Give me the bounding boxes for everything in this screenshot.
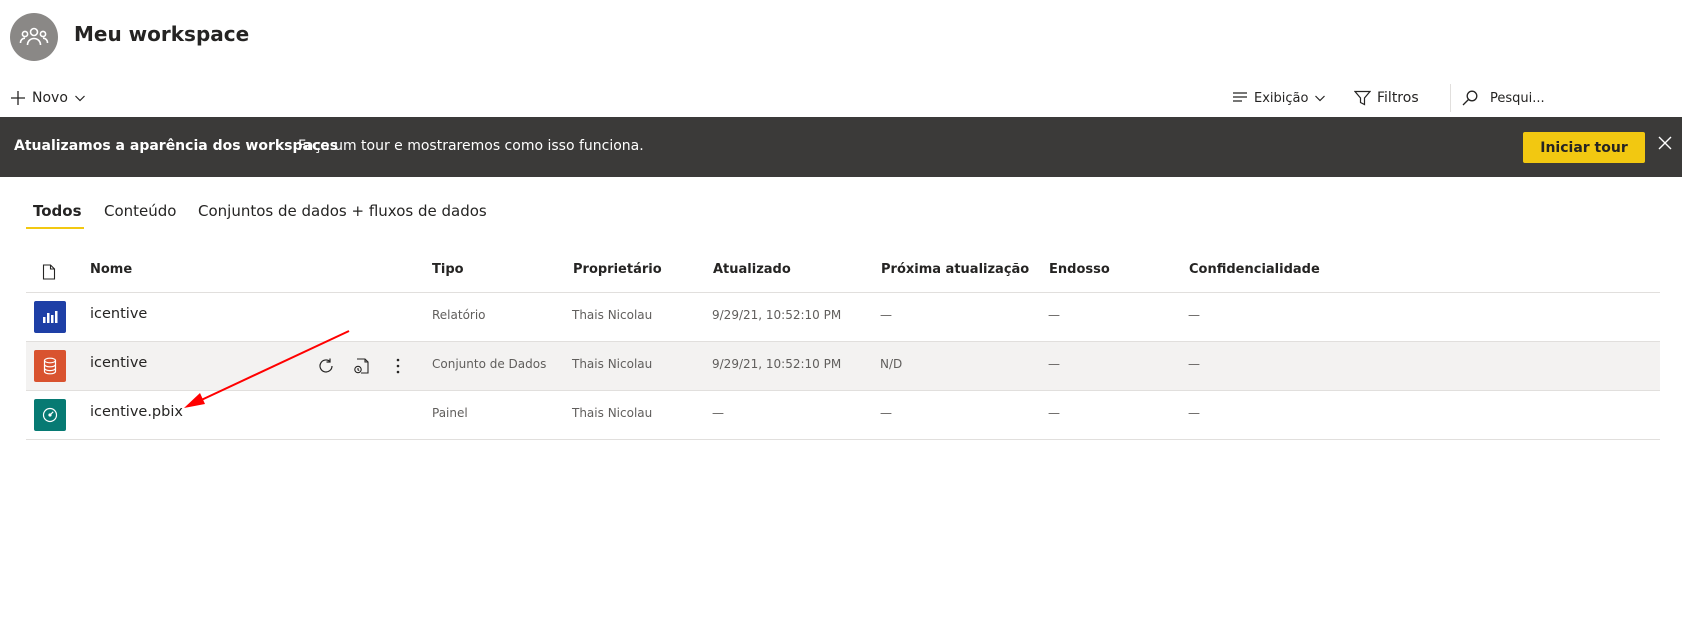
plus-icon bbox=[11, 91, 25, 105]
item-updated: — bbox=[712, 406, 724, 420]
new-button[interactable]: Novo bbox=[10, 80, 86, 116]
new-button-label: Novo bbox=[32, 90, 68, 106]
table-row[interactable]: icentive.pbix Painel Thais Nicolau — — —… bbox=[26, 391, 1660, 440]
search-icon bbox=[1462, 90, 1478, 106]
banner-title: Atualizamos a aparência dos workspaces bbox=[14, 138, 339, 154]
search-input[interactable] bbox=[1490, 90, 1650, 106]
item-name[interactable]: icentive bbox=[90, 355, 147, 371]
item-next-refresh: N/D bbox=[880, 357, 903, 371]
chevron-down-icon bbox=[74, 95, 85, 102]
item-type: Painel bbox=[432, 406, 468, 420]
item-endorsement: — bbox=[1048, 357, 1060, 371]
table-row[interactable]: icentive Relatório Thais Nicolau 9/29/21… bbox=[26, 293, 1660, 342]
item-sensitivity: — bbox=[1188, 308, 1200, 322]
item-sensitivity: — bbox=[1188, 357, 1200, 371]
people-group-icon bbox=[19, 27, 49, 46]
list-lines-icon bbox=[1233, 92, 1247, 102]
schedule-refresh-icon bbox=[354, 358, 369, 374]
view-menu-label: Exibição bbox=[1254, 90, 1309, 106]
item-name[interactable]: icentive bbox=[90, 306, 147, 322]
close-icon[interactable] bbox=[1658, 136, 1672, 150]
item-type: Conjunto de Dados bbox=[432, 357, 547, 371]
tab-all[interactable]: Todos bbox=[33, 202, 82, 220]
filter-funnel-icon bbox=[1354, 90, 1371, 106]
dataset-icon-tile bbox=[34, 350, 66, 382]
dashboard-gauge-icon bbox=[42, 407, 58, 423]
schedule-refresh-button[interactable] bbox=[350, 354, 374, 378]
item-type: Relatório bbox=[432, 308, 486, 322]
column-header-endorsement[interactable]: Endosso bbox=[1049, 262, 1110, 277]
item-updated: 9/29/21, 10:52:10 PM bbox=[712, 357, 842, 371]
tour-banner: Atualizamos a aparência dos workspaces F… bbox=[0, 117, 1682, 177]
page-title: Meu workspace bbox=[74, 22, 250, 46]
chevron-down-icon bbox=[1315, 95, 1326, 102]
item-owner: Thais Nicolau bbox=[572, 308, 653, 322]
item-next-refresh: — bbox=[880, 406, 892, 420]
item-sensitivity: — bbox=[1188, 406, 1200, 420]
tab-content[interactable]: Conteúdo bbox=[104, 202, 176, 220]
workspace-avatar bbox=[10, 13, 58, 61]
active-tab-indicator bbox=[26, 227, 84, 229]
workspace-header: Meu workspace bbox=[0, 0, 1682, 76]
more-vertical-icon bbox=[396, 358, 400, 374]
report-icon-tile bbox=[34, 301, 66, 333]
document-icon bbox=[42, 264, 56, 280]
table-header-row: Nome Tipo Proprietário Atualizado Próxim… bbox=[26, 252, 1660, 293]
dashboard-icon-tile bbox=[34, 399, 66, 431]
item-updated: 9/29/21, 10:52:10 PM bbox=[712, 308, 842, 322]
start-tour-button[interactable]: Iniciar tour bbox=[1523, 132, 1645, 163]
column-header-next-refresh[interactable]: Próxima atualização bbox=[881, 262, 1029, 277]
report-bar-chart-icon bbox=[43, 311, 58, 323]
column-header-owner[interactable]: Proprietário bbox=[573, 262, 662, 277]
item-owner: Thais Nicolau bbox=[572, 357, 653, 371]
search-box[interactable] bbox=[1462, 80, 1662, 116]
item-next-refresh: — bbox=[880, 308, 892, 322]
command-bar: Novo Exibição Filtros bbox=[0, 80, 1682, 116]
column-header-sensitivity[interactable]: Confidencialidade bbox=[1189, 262, 1320, 277]
view-menu-button[interactable]: Exibição bbox=[1232, 80, 1326, 116]
refresh-now-button[interactable] bbox=[314, 354, 338, 378]
item-name[interactable]: icentive.pbix bbox=[90, 404, 183, 420]
column-header-updated[interactable]: Atualizado bbox=[713, 262, 791, 277]
toolbar-divider bbox=[1450, 84, 1451, 112]
item-endorsement: — bbox=[1048, 308, 1060, 322]
tab-datasets-dataflows[interactable]: Conjuntos de dados + fluxos de dados bbox=[198, 202, 487, 220]
more-options-button[interactable] bbox=[386, 354, 410, 378]
refresh-icon bbox=[319, 358, 333, 373]
filters-label: Filtros bbox=[1377, 90, 1419, 106]
dataset-database-icon bbox=[43, 357, 57, 375]
filters-button[interactable]: Filtros bbox=[1354, 80, 1425, 116]
column-header-name[interactable]: Nome bbox=[90, 262, 132, 277]
banner-text: Faça um tour e mostraremos como isso fun… bbox=[298, 138, 644, 154]
column-header-type[interactable]: Tipo bbox=[432, 262, 464, 277]
item-endorsement: — bbox=[1048, 406, 1060, 420]
table-row[interactable]: icentive Conjunto de Dados Thais Nicolau… bbox=[26, 342, 1660, 391]
item-owner: Thais Nicolau bbox=[572, 406, 653, 420]
